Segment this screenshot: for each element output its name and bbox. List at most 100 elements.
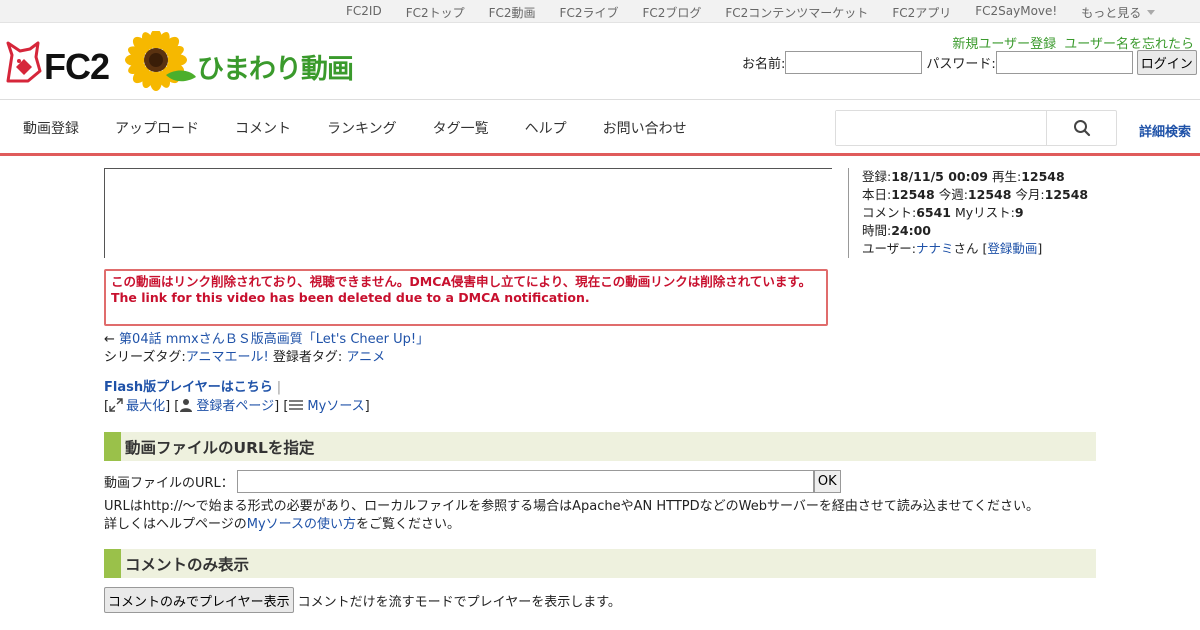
- main-nav: 動画登録 アップロード コメント ランキング タグ一覧 ヘルプ お問い合わせ 詳…: [0, 101, 1200, 156]
- url-section-header: 動画ファイルのURLを指定: [104, 432, 1096, 461]
- user-icon: [180, 399, 193, 412]
- section-accent-bar: [104, 432, 121, 461]
- left-arrow-icon: ←: [104, 332, 115, 347]
- url-section-title: 動画ファイルのURLを指定: [125, 439, 315, 457]
- nav-item-upload[interactable]: アップロード: [115, 118, 199, 138]
- nav-item-help[interactable]: ヘルプ: [525, 118, 567, 138]
- fc2-service-links: FC2ID FC2トップ FC2動画 FC2ライブ FC2ブログ FC2コンテン…: [346, 4, 1156, 21]
- month-count: 12548: [1044, 187, 1089, 202]
- mylist-count: 9: [1014, 205, 1024, 220]
- maximize-icon: [109, 398, 123, 412]
- advanced-search-link[interactable]: 詳細検索: [1139, 121, 1191, 140]
- url-note-line2: 詳しくはヘルプページのMyソースの使い方をご覧ください。: [104, 516, 1039, 534]
- video-duration: 24:00: [891, 223, 932, 238]
- section-accent-bar: [104, 549, 121, 578]
- info-row-periods: 本日:12548 今週:12548 今月:12548: [862, 186, 1108, 204]
- user-suffix: さん: [953, 241, 979, 256]
- my-source-help-link[interactable]: Myソースの使い方: [247, 517, 356, 532]
- previous-episode-link[interactable]: 第04話 mmxさんＢＳ版高画質「Let's Cheer Up!」: [119, 332, 429, 347]
- my-source-link[interactable]: Myソース: [307, 399, 364, 414]
- topbar-link-fc2-blog[interactable]: FC2ブログ: [642, 4, 701, 21]
- video-info-panel: 登録:18/11/5 00:09 再生:12548 本日:12548 今週:12…: [848, 168, 1108, 258]
- himawari-logo-text: ひまわり動画: [197, 54, 354, 85]
- search-icon: [1074, 120, 1091, 137]
- week-count: 12548: [967, 187, 1012, 202]
- list-icon: [289, 400, 304, 410]
- global-top-bar: FC2ID FC2トップ FC2動画 FC2ライブ FC2ブログ FC2コンテン…: [0, 0, 1200, 23]
- views-label: 再生:: [991, 169, 1022, 184]
- video-player-area[interactable]: [104, 168, 832, 258]
- views-count: 12548: [1021, 169, 1065, 184]
- comment-label: コメント:: [862, 205, 917, 220]
- note-suffix: をご覧ください。: [356, 517, 461, 532]
- login-button[interactable]: ログイン: [1136, 50, 1197, 75]
- player-tools: [ 最大化] [ 登録者ページ] [ Myソース]: [104, 398, 370, 414]
- url-field-label: 動画ファイルのURL：: [104, 476, 234, 491]
- login-form: お名前: パスワード: ログイン: [742, 50, 1197, 75]
- info-row-user: ユーザー:ナナミさん [登録動画]: [862, 241, 1043, 256]
- comment-count: 6541: [916, 205, 952, 220]
- info-row-time: 時間:24:00: [862, 222, 1108, 240]
- caret-down-icon: [1147, 10, 1156, 15]
- password-field[interactable]: [995, 51, 1133, 74]
- comment-only-player-button[interactable]: コメントのみでプレイヤー表示: [104, 587, 294, 613]
- previous-episode: ← 第04話 mmxさんＢＳ版高画質「Let's Cheer Up!」: [104, 328, 429, 347]
- registered-date: 18/11/5 00:09: [891, 169, 988, 184]
- more-label: もっと見る: [1081, 6, 1142, 20]
- search-box: [835, 110, 1117, 146]
- topbar-link-fc2-contents-market[interactable]: FC2コンテンツマーケット: [725, 4, 868, 21]
- dmca-message-en: The link for this video has been deleted…: [111, 290, 590, 305]
- search-button[interactable]: [1048, 111, 1116, 145]
- more-menu-button[interactable]: もっと見る: [1081, 4, 1156, 21]
- url-ok-button[interactable]: OK: [813, 470, 841, 493]
- name-label: お名前:: [742, 57, 786, 72]
- search-input[interactable]: [836, 111, 1047, 145]
- nav-item-video-register[interactable]: 動画登録: [23, 118, 79, 138]
- topbar-link-fc2-saymove[interactable]: FC2SayMove!: [975, 4, 1057, 21]
- flash-player-link[interactable]: Flash版プレイヤーはこちら: [104, 380, 273, 395]
- tag-row: シリーズタグ:アニマエール! 登録者タグ: アニメ: [104, 346, 385, 365]
- topbar-link-fc2-video[interactable]: FC2動画: [489, 4, 536, 21]
- fc2-fox-icon: [6, 41, 42, 83]
- topbar-link-fc2-app[interactable]: FC2アプリ: [892, 4, 951, 21]
- week-label: 今週:: [938, 187, 968, 202]
- site-header: FC2 ひまわり動画 新規ユーザー登録 ユーザー名を忘れたら お名前: パスワー…: [0, 23, 1200, 100]
- today-label: 本日:: [862, 187, 892, 202]
- topbar-link-fc2id[interactable]: FC2ID: [346, 4, 382, 21]
- topbar-link-fc2-live[interactable]: FC2ライブ: [560, 4, 619, 21]
- url-note: URLはhttp://～で始まる形式の必要があり、ローカルファイルを参照する場合…: [104, 498, 1039, 534]
- video-url-input[interactable]: [236, 470, 814, 493]
- himawari-logo[interactable]: FC2 ひまわり動画: [4, 31, 364, 91]
- nav-item-comment[interactable]: コメント: [235, 118, 291, 138]
- url-note-line1: URLはhttp://～で始まる形式の必要があり、ローカルファイルを参照する場合…: [104, 499, 1040, 514]
- maximize-link[interactable]: 最大化: [126, 399, 165, 414]
- nav-item-ranking[interactable]: ランキング: [327, 118, 397, 138]
- nav-item-tag-list[interactable]: タグ一覧: [433, 118, 489, 138]
- time-label: 時間:: [862, 223, 892, 238]
- user-videos-link[interactable]: 登録動画: [987, 241, 1037, 256]
- info-row-registered: 登録:18/11/5 00:09 再生:12548: [862, 168, 1108, 186]
- dmca-notice: この動画はリンク削除されており、視聴できません。DMCA侵害申し立てにより、現在…: [104, 269, 828, 326]
- series-tag-link[interactable]: アニマエール!: [186, 350, 269, 365]
- topbar-link-fc2-top[interactable]: FC2トップ: [406, 4, 465, 21]
- comment-section-header: コメントのみ表示: [104, 549, 1096, 578]
- registrant-tag-link[interactable]: アニメ: [346, 350, 385, 365]
- nav-item-contact[interactable]: お問い合わせ: [603, 118, 687, 138]
- comment-only-description: コメントだけを流すモードでプレイヤーを表示します。: [297, 594, 621, 610]
- registered-label: 登録:: [862, 169, 892, 184]
- comment-only-row: コメントのみでプレイヤー表示 コメントだけを流すモードでプレイヤーを表示します。: [104, 587, 621, 613]
- separator: |: [276, 380, 282, 395]
- url-form: 動画ファイルのURL： OK: [104, 470, 841, 493]
- dmca-message-ja: この動画はリンク削除されており、視聴できません。DMCA侵害申し立てにより、現在…: [111, 274, 812, 289]
- registrant-tag-label: 登録者タグ:: [272, 350, 343, 365]
- nav-menu: 動画登録 アップロード コメント ランキング タグ一覧 ヘルプ お問い合わせ: [23, 118, 723, 138]
- month-label: 今月:: [1015, 187, 1045, 202]
- note-prefix: 詳しくはヘルプページの: [104, 517, 247, 532]
- comment-section-title: コメントのみ表示: [125, 556, 250, 574]
- fc2-logo-text: FC2: [44, 46, 110, 87]
- user-name-link[interactable]: ナナミ: [916, 241, 954, 256]
- user-label: ユーザー:: [862, 241, 916, 256]
- flash-player-row: Flash版プレイヤーはこちら |: [104, 376, 281, 395]
- username-field[interactable]: [785, 51, 923, 74]
- registrant-page-link[interactable]: 登録者ページ: [196, 399, 274, 414]
